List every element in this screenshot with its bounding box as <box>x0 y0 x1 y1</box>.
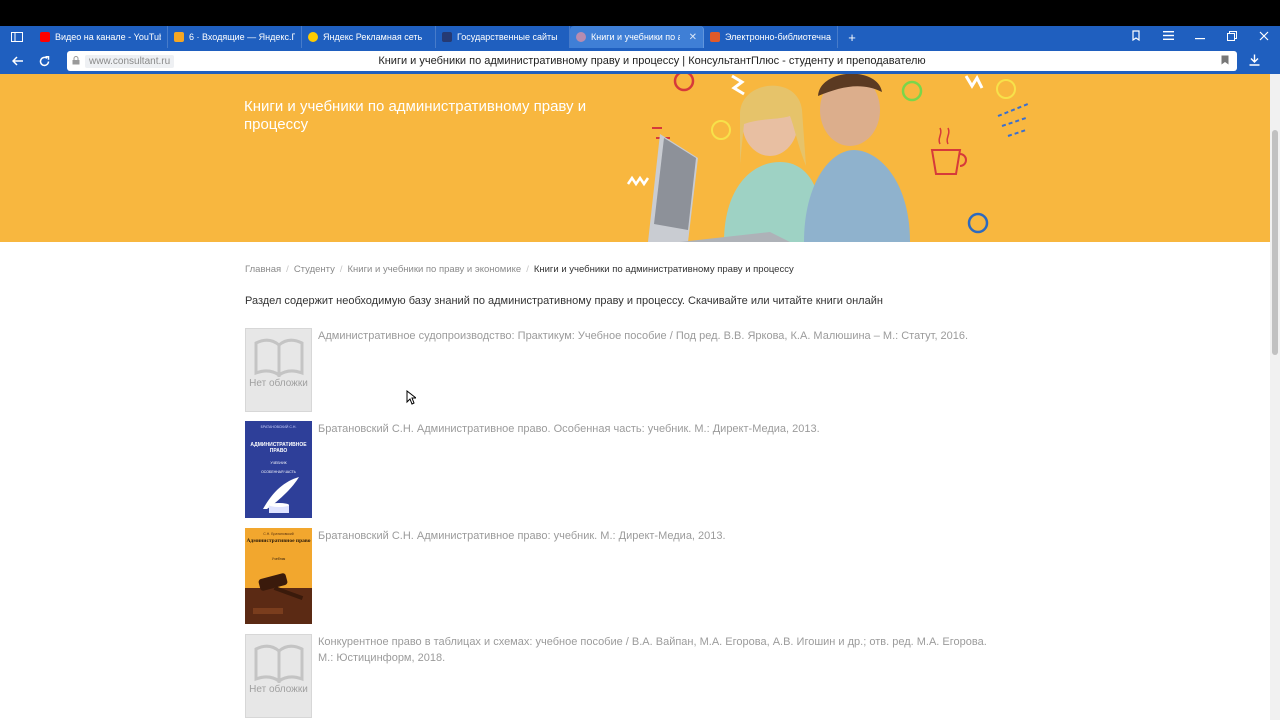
close-window-icon[interactable] <box>1248 31 1280 44</box>
breadcrumb-separator: / <box>286 264 289 275</box>
book-cover-placeholder[interactable]: Нет обложки <box>245 634 312 718</box>
collections-icon[interactable] <box>1120 30 1152 44</box>
scrollbar-thumb[interactable] <box>1272 130 1278 355</box>
book-cover-image[interactable]: БРАТАНОВСКИЙ С.Н. АДМИНИСТРАТИВНОЕ ПРАВО… <box>245 421 312 518</box>
book-item: С.Н. Братановский Административное право… <box>245 528 1005 624</box>
cover-title: АДМИНИСТРАТИВНОЕ ПРАВО <box>250 442 307 454</box>
address-bar-row: www.consultant.ru Книги и учебники по ад… <box>0 48 1280 74</box>
gavel-icon <box>245 573 312 624</box>
youtube-favicon-icon <box>40 32 50 42</box>
browser-tab-strip: Видео на канале - YouTube 6 · Входящие —… <box>0 26 1280 48</box>
breadcrumb-current: Книги и учебники по административному пр… <box>533 264 794 275</box>
mouse-cursor-icon <box>406 390 416 405</box>
cover-author: С.Н. Братановский <box>263 532 294 536</box>
no-cover-label: Нет обложки <box>249 378 308 389</box>
download-icon[interactable] <box>1237 54 1271 69</box>
yandex-ads-favicon-icon <box>308 32 318 42</box>
url-bar[interactable]: www.consultant.ru Книги и учебники по ад… <box>67 51 1237 71</box>
browser-tab[interactable]: Видео на канале - YouTube <box>34 26 168 48</box>
breadcrumb-link-student[interactable]: Студенту <box>294 264 335 275</box>
page-scrollbar[interactable] <box>1270 74 1280 720</box>
reload-icon[interactable] <box>31 48 57 74</box>
library-favicon-icon <box>710 32 720 42</box>
cover-author: БРАТАНОВСКИЙ С.Н. <box>260 425 297 429</box>
restore-icon[interactable] <box>1216 30 1248 44</box>
page-title: Книги и учебники по административному пр… <box>378 55 926 67</box>
book-description-link[interactable]: Административное судопроизводство: Практ… <box>318 328 998 344</box>
minimize-icon[interactable] <box>1184 31 1216 43</box>
book-cover-image[interactable]: С.Н. Братановский Административное право… <box>245 528 312 624</box>
breadcrumb: Главная / Студенту / Книги и учебники по пра… <box>245 264 794 275</box>
new-tab-button[interactable]: + <box>838 30 866 45</box>
breadcrumb-link-law-books[interactable]: Книги и учебники по праву и экономике <box>348 264 522 275</box>
no-cover-label: Нет обложки <box>249 684 308 695</box>
browser-tab[interactable]: Государственные сайты <box>436 26 570 48</box>
cover-subtitle: Учебник <box>271 557 286 561</box>
mail-favicon-icon <box>174 32 184 42</box>
tabs-panel-icon[interactable] <box>0 26 34 48</box>
browser-tab[interactable]: 6 · Входящие — Яндекс.Почта <box>168 26 302 48</box>
cover-title: Административное право <box>246 538 311 544</box>
browser-tab[interactable]: Электронно-библиотечная система <box>704 26 838 48</box>
book-description-link[interactable]: Конкурентное право в таблицах и схемах: … <box>318 634 998 666</box>
url-domain: www.consultant.ru <box>85 54 175 68</box>
book-item: БРАТАНОВСКИЙ С.Н. АДМИНИСТРАТИВНОЕ ПРАВО… <box>245 421 1005 518</box>
close-tab-icon[interactable]: ✕ <box>689 32 697 43</box>
hero-banner: Книги и учебники по административному пр… <box>0 74 1270 242</box>
hero-title: Книги и учебники по административному пр… <box>244 98 587 133</box>
section-intro: Раздел содержит необходимую базу знаний … <box>245 295 883 307</box>
breadcrumb-separator: / <box>339 264 343 275</box>
breadcrumb-separator: / <box>526 264 529 275</box>
browser-tab-active[interactable]: Книги и учебники по административному пр… <box>570 26 704 48</box>
browser-tab[interactable]: Яндекс Рекламная сеть <box>302 26 436 48</box>
breadcrumb-link-home[interactable]: Главная <box>245 264 281 275</box>
open-book-icon <box>254 644 303 683</box>
window-controls <box>1120 26 1280 48</box>
quill-inkwell-icon <box>263 477 299 513</box>
book-description-link[interactable]: Братановский С.Н. Административное право… <box>318 421 998 437</box>
book-cover-placeholder[interactable]: Нет обложки <box>245 328 312 412</box>
back-arrow-icon[interactable] <box>5 48 31 74</box>
bookmark-icon[interactable] <box>1221 55 1229 68</box>
book-description-link[interactable]: Братановский С.Н. Административное право… <box>318 528 998 544</box>
screen-top-bar <box>0 0 1280 26</box>
lock-icon[interactable] <box>67 55 85 67</box>
open-book-icon <box>254 338 303 377</box>
gov-sites-favicon-icon <box>442 32 452 42</box>
students-photo <box>626 74 1029 242</box>
page-content: Книги и учебники по административному пр… <box>0 74 1270 720</box>
consultant-favicon-icon <box>576 32 586 42</box>
menu-icon[interactable] <box>1152 31 1184 43</box>
